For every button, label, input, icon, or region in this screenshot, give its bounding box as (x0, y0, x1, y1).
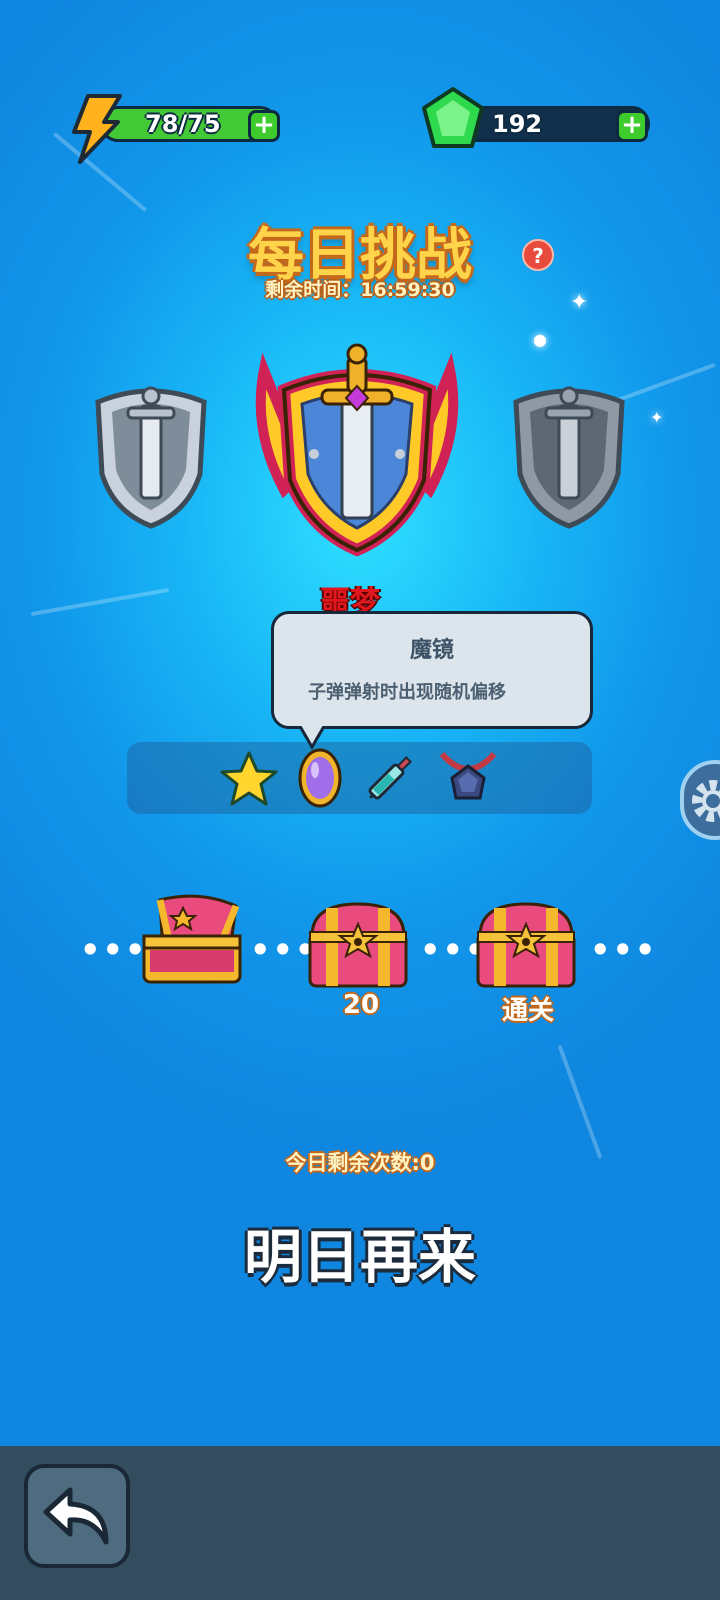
countdown-timer: 剩余时间：16:59:30 (265, 279, 455, 301)
help-button[interactable]: ? (522, 239, 554, 271)
tooltip-tail-inner (301, 725, 323, 744)
normal-difficulty-shield-icon[interactable] (88, 378, 214, 530)
add-energy-button[interactable]: + (248, 110, 280, 142)
modifier-tooltip: 魔镜 子弹弹射时出现随机偏移 (271, 611, 593, 750)
opened-chest-icon[interactable] (140, 892, 244, 988)
back-button[interactable] (24, 1464, 130, 1568)
add-gems-button[interactable]: + (616, 110, 648, 142)
chest-label: 通关 (501, 996, 554, 1026)
syringe-icon[interactable] (360, 748, 420, 808)
amulet-icon[interactable] (436, 744, 500, 808)
hell-difficulty-shield-icon[interactable] (506, 378, 632, 530)
progress-dots: ••• (590, 931, 658, 969)
sparkle-icon: ✦ (650, 408, 664, 427)
light-streak (557, 1044, 603, 1160)
tooltip-title: 魔镜 (409, 638, 454, 663)
come-back-tomorrow-text: 明日再来 (243, 1223, 476, 1291)
gems-value: 192 (492, 110, 543, 138)
energy-value: 78/75 (145, 110, 221, 138)
chest-icon[interactable] (474, 898, 578, 990)
tooltip-description: 子弹弹射时出现随机偏移 (308, 682, 506, 703)
star-icon[interactable] (220, 750, 278, 808)
chest-label: 20 (342, 990, 380, 1020)
sparkle-icon: ● (533, 330, 547, 349)
chest-icon[interactable] (306, 898, 410, 990)
back-arrow-icon (43, 1487, 109, 1545)
gear-icon (692, 780, 720, 822)
green-gem-icon (422, 87, 484, 148)
settings-tab[interactable] (680, 760, 720, 840)
light-streak (30, 587, 170, 617)
nightmare-difficulty-shield-icon[interactable] (244, 340, 470, 560)
progress-dots: ••• (80, 931, 148, 969)
magic-mirror-icon[interactable] (296, 746, 344, 810)
remaining-attempts: 今日剩余次数:0 (285, 1151, 435, 1175)
lightning-icon (72, 94, 122, 164)
